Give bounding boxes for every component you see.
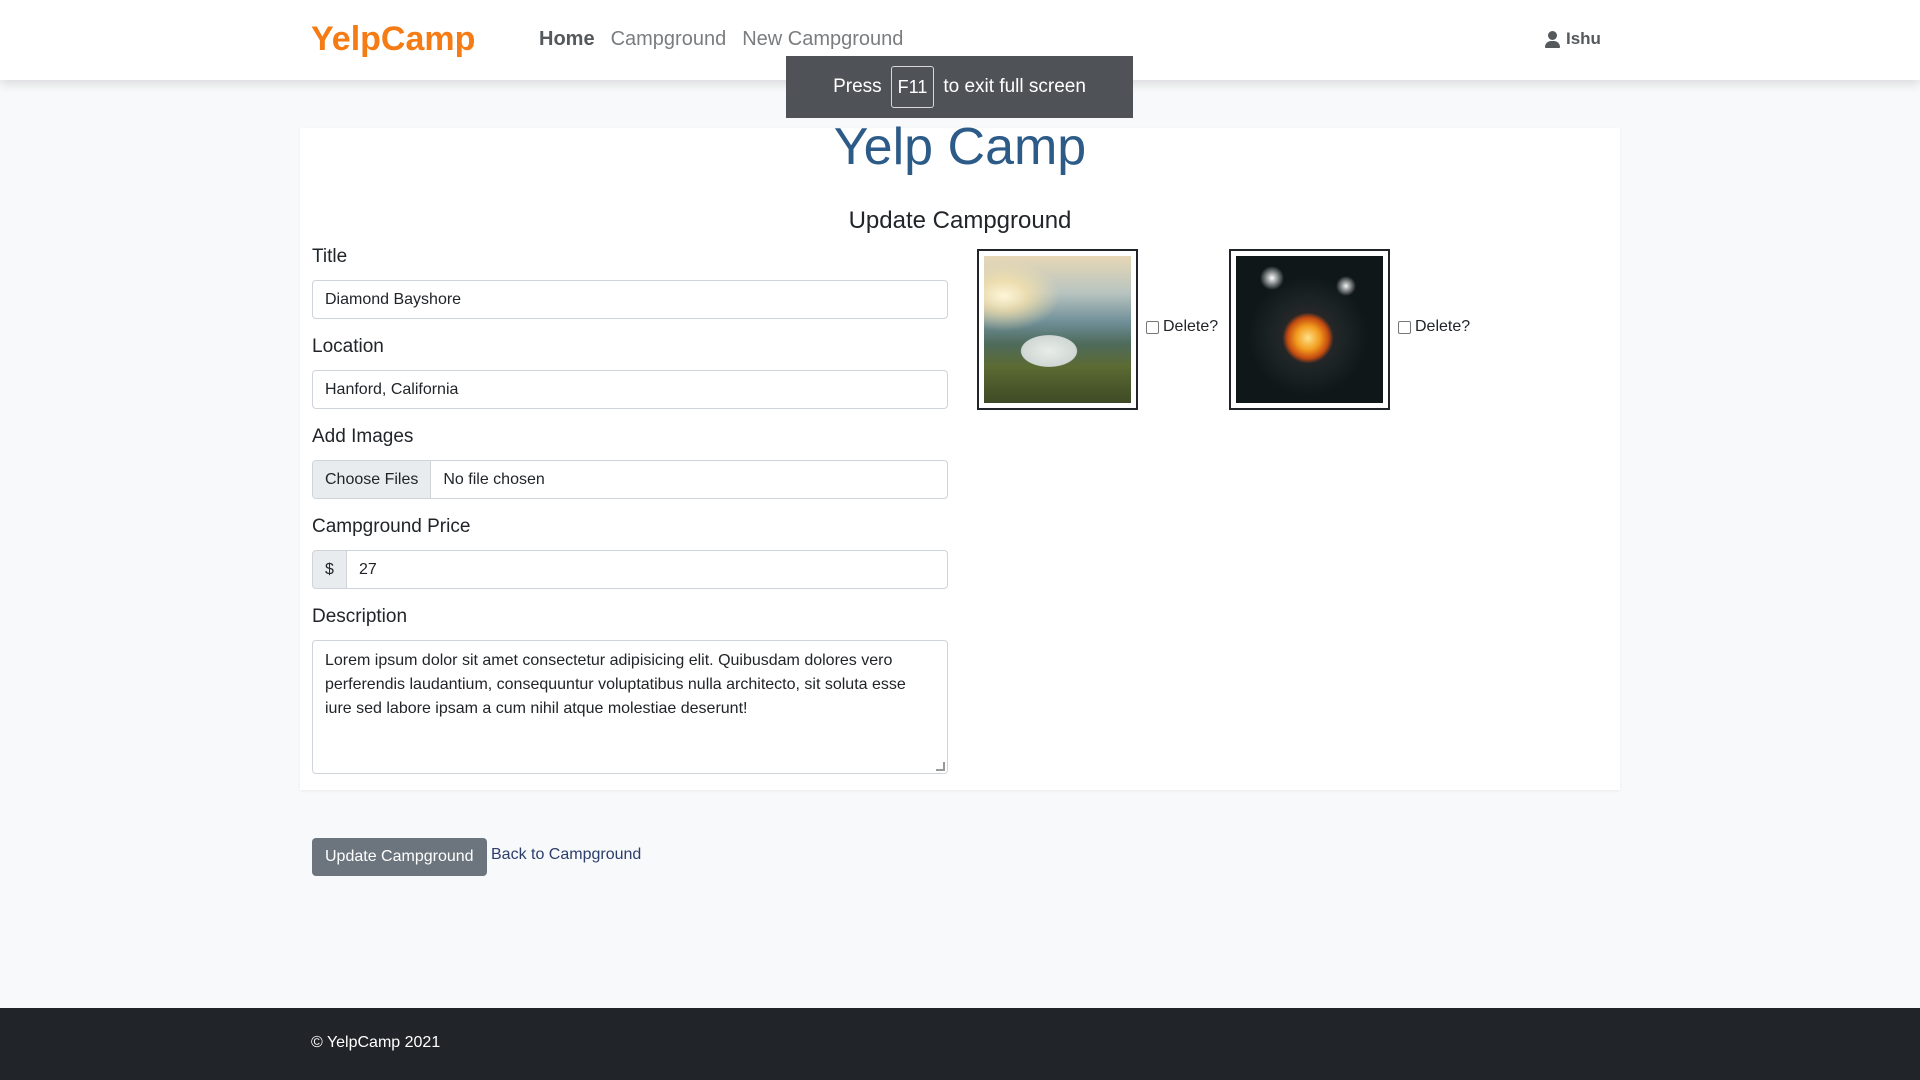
delete-checkbox-2[interactable] — [1398, 320, 1411, 334]
campground-image-1 — [977, 249, 1138, 410]
delete-label-1: Delete? — [1163, 318, 1219, 335]
page-title: Yelp Camp — [833, 118, 1087, 176]
fullscreen-notice: Press F11 to exit full screen — [786, 56, 1133, 118]
back-to-campground-link[interactable]: Back to Campground — [491, 846, 641, 864]
delete-image-1[interactable]: Delete? — [1146, 318, 1218, 336]
price-label: Campground Price — [312, 516, 471, 537]
footer-copyright: © YelpCamp 2021 — [311, 1034, 441, 1051]
title-label: Title — [312, 246, 348, 267]
user-icon — [1545, 30, 1560, 48]
description-textarea[interactable]: Lorem ipsum dolor sit amet consectetur a… — [312, 640, 948, 774]
nav-link-new-campground[interactable]: New Campground — [742, 28, 903, 51]
currency-prefix: $ — [312, 550, 347, 589]
delete-label-2: Delete? — [1415, 318, 1471, 335]
user-name: Ishu — [1566, 29, 1601, 48]
add-images-label: Add Images — [312, 426, 414, 447]
campground-photo-campfire — [1236, 256, 1383, 403]
location-label: Location — [312, 336, 384, 357]
user-menu[interactable]: Ishu — [1545, 29, 1601, 49]
price-input-group: $ 27 — [312, 550, 948, 589]
fullscreen-notice-suffix: to exit full screen — [943, 76, 1086, 97]
campground-image-2 — [1229, 249, 1390, 410]
brand-logo[interactable]: YelpCamp — [311, 20, 475, 59]
price-input[interactable]: 27 — [347, 550, 948, 589]
campground-photo-tent — [984, 256, 1131, 403]
update-campground-button[interactable]: Update Campground — [312, 838, 487, 876]
delete-image-2[interactable]: Delete? — [1398, 318, 1470, 336]
description-label: Description — [312, 606, 408, 627]
file-status: No file chosen — [443, 471, 545, 488]
description-text: Lorem ipsum dolor sit amet consectetur a… — [325, 652, 906, 717]
fullscreen-key: F11 — [890, 66, 935, 108]
nav-link-campground[interactable]: Campground — [611, 28, 727, 51]
fullscreen-notice-prefix: Press — [833, 76, 882, 97]
choose-files-button[interactable]: Choose Files — [313, 461, 432, 498]
resize-handle-icon[interactable] — [936, 762, 945, 771]
title-input[interactable]: Diamond Bayshore — [312, 280, 948, 319]
footer: © YelpCamp 2021 — [0, 1008, 1920, 1080]
location-input[interactable]: Hanford, California — [312, 370, 948, 409]
delete-checkbox-1[interactable] — [1146, 320, 1159, 334]
form-heading: Update Campground — [848, 207, 1072, 234]
nav-links: Home Campground New Campground — [539, 28, 903, 51]
image-file-input[interactable]: Choose Files No file chosen — [312, 460, 948, 499]
nav-link-home[interactable]: Home — [539, 28, 595, 51]
